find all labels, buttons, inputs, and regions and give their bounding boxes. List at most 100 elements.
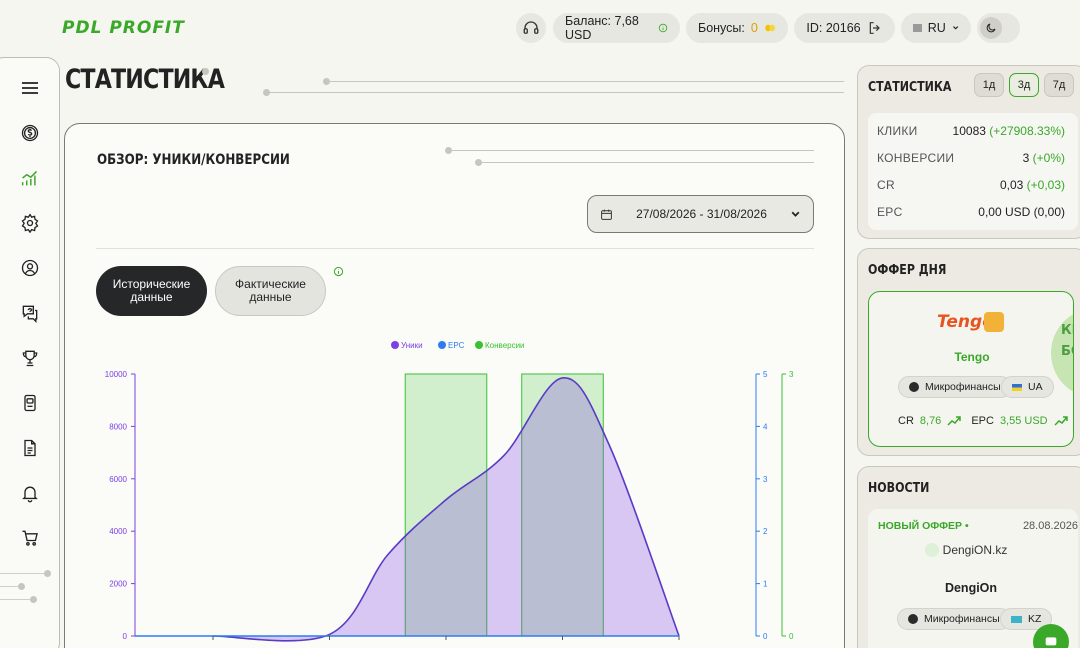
tab-historical-data[interactable]: Исторические данные [96, 266, 207, 316]
promo-badge[interactable]: КР БО [1051, 308, 1073, 398]
stats-value: 3 [1022, 151, 1030, 165]
stats-label: EPC [877, 205, 903, 219]
user-id: ID: 20166 [806, 21, 861, 35]
balance-pill[interactable]: Баланс: 7,68 USD [553, 13, 680, 43]
decor-dot [263, 89, 270, 96]
epc-label: EPC [971, 415, 994, 427]
news-brand-text: DengiON.kz [942, 543, 1008, 557]
info-icon[interactable] [333, 266, 344, 277]
y-tick-label-epc: 1 [763, 580, 768, 589]
stats-row: КОНВЕРСИИ 3 (+0%) [877, 151, 1065, 165]
wallet-icon[interactable] [19, 392, 41, 414]
legend-marker [438, 341, 446, 349]
trophy-icon[interactable] [19, 347, 41, 369]
bonus-value: 0 [750, 21, 758, 35]
country-label: UA [1028, 381, 1043, 393]
support-button[interactable] [516, 13, 546, 43]
cat-mascot-icon [984, 312, 1004, 332]
menu-icon[interactable] [19, 77, 41, 99]
stats-row: CR 0,03 (+0,03) [877, 178, 1065, 192]
chevron-down-icon [791, 211, 800, 217]
bonus-pill[interactable]: Бонусы: 0 [686, 13, 788, 43]
info-icon[interactable] [658, 22, 668, 34]
tab-actual-data[interactable]: Фактические данные [215, 266, 326, 316]
decor-dot [323, 78, 330, 85]
stats-value: 0,00 USD [978, 205, 1031, 219]
stats-value: 0,03 [999, 178, 1024, 192]
news-date: 28.08.2026 [1022, 520, 1078, 532]
stats-label: CR [877, 178, 895, 192]
language-value: RU [927, 21, 946, 35]
offer-name: Tengo [954, 350, 990, 364]
statistics-icon[interactable] [19, 167, 41, 189]
category-icon [908, 614, 918, 624]
decor-dot [30, 596, 37, 603]
document-icon[interactable] [19, 437, 41, 459]
gear-icon[interactable] [19, 212, 41, 234]
legend-label: EPC [448, 341, 465, 350]
decor-dot [18, 583, 25, 590]
stats-delta: (+27908.33%) [989, 124, 1065, 138]
category-icon [909, 382, 919, 392]
legend-marker [475, 341, 483, 349]
offer-metrics: CR 8,76 EPC 3,55 USD [898, 415, 1068, 427]
period-3d[interactable]: 3д [1009, 73, 1039, 97]
headset-icon [523, 21, 539, 34]
overview-chart: Уники EPC Конверсии 10000 8000 6000 4000 2000 0 5… [105, 341, 794, 642]
legend-label: Конверсии [485, 341, 525, 350]
logo[interactable]: PDL PROFIT [62, 18, 185, 38]
flag-ua-icon [1012, 383, 1022, 391]
category-label: Микрофинансы [924, 613, 1000, 625]
coins-icon [765, 24, 775, 32]
stats-label: КЛИКИ [877, 124, 918, 138]
decor-line [326, 81, 844, 82]
faq-icon[interactable] [19, 302, 41, 324]
profile-icon[interactable] [19, 257, 41, 279]
legend-marker [391, 341, 399, 349]
period-7d[interactable]: 7д [1044, 73, 1074, 97]
news-offer-name: DengiOn [944, 581, 998, 595]
language-select[interactable]: RU [901, 13, 971, 43]
epc-value: 3,55 USD [999, 415, 1048, 427]
y-tick-label-conversions: 3 [789, 370, 794, 379]
logout-icon[interactable] [867, 20, 883, 36]
y-tick-label-epc: 5 [763, 370, 768, 379]
flag-icon [913, 24, 922, 32]
stats-row: EPC 0,00 USD (0,00) [877, 205, 1065, 219]
category-chip: Микрофинансы [897, 608, 1011, 630]
y-tick-label-epc: 4 [763, 422, 768, 431]
date-range-picker[interactable]: 27/08/2026 - 31/08/2026 [587, 195, 814, 233]
stats-card: СТАТИСТИКА 1д 3д 7д КЛИКИ 10083 (+27908.… [857, 65, 1080, 239]
brand-logo-icon [924, 543, 939, 557]
decor-line [266, 92, 844, 93]
country-chip: UA [1001, 376, 1054, 398]
user-id-pill[interactable]: ID: 20166 [794, 13, 895, 43]
stats-delta: (+0,03) [1026, 178, 1065, 192]
flag-kz-icon [1011, 615, 1022, 623]
y-tick-label-left: 6000 [109, 475, 127, 484]
chevron-down-icon [952, 26, 958, 30]
offer-of-day[interactable]: Tengo Tengo Микрофинансы UA CR 8,76 EPC … [868, 291, 1074, 447]
y-tick-label-conversions: 0 [789, 632, 794, 641]
overview-card: ОБЗОР: УНИКИ/КОНВЕРСИИ 27/08/2026 - 31/0… [64, 123, 845, 648]
balance-text: Баланс: 7,68 USD [565, 14, 639, 42]
y-tick-label-left: 2000 [109, 580, 127, 589]
y-tick-label-left: 4000 [109, 527, 127, 536]
news-card: НОВОСТИ НОВЫЙ ОФФЕР • 28.08.2026 DengiON… [857, 466, 1080, 648]
theme-toggle[interactable] [977, 13, 1020, 43]
moon-icon [980, 17, 1002, 39]
dollar-icon[interactable] [19, 122, 41, 144]
bell-icon[interactable] [19, 482, 41, 504]
cart-icon[interactable] [19, 527, 41, 549]
news-brand: DengiON.kz [868, 543, 1064, 557]
period-1d[interactable]: 1д [974, 73, 1004, 97]
y-tick-label-epc: 2 [763, 527, 768, 536]
trend-up-icon [1054, 416, 1068, 426]
news-tag: НОВЫЙ ОФФЕР • [878, 520, 969, 532]
y-tick-label-epc: 0 [763, 632, 768, 641]
legend-label: Уники [401, 341, 423, 350]
sidebar-decor-line [0, 573, 48, 574]
category-label: Микрофинансы [925, 381, 1001, 393]
promo-badge-text: КР БО [1061, 323, 1073, 359]
date-range-value: 27/08/2026 - 31/08/2026 [636, 207, 767, 221]
